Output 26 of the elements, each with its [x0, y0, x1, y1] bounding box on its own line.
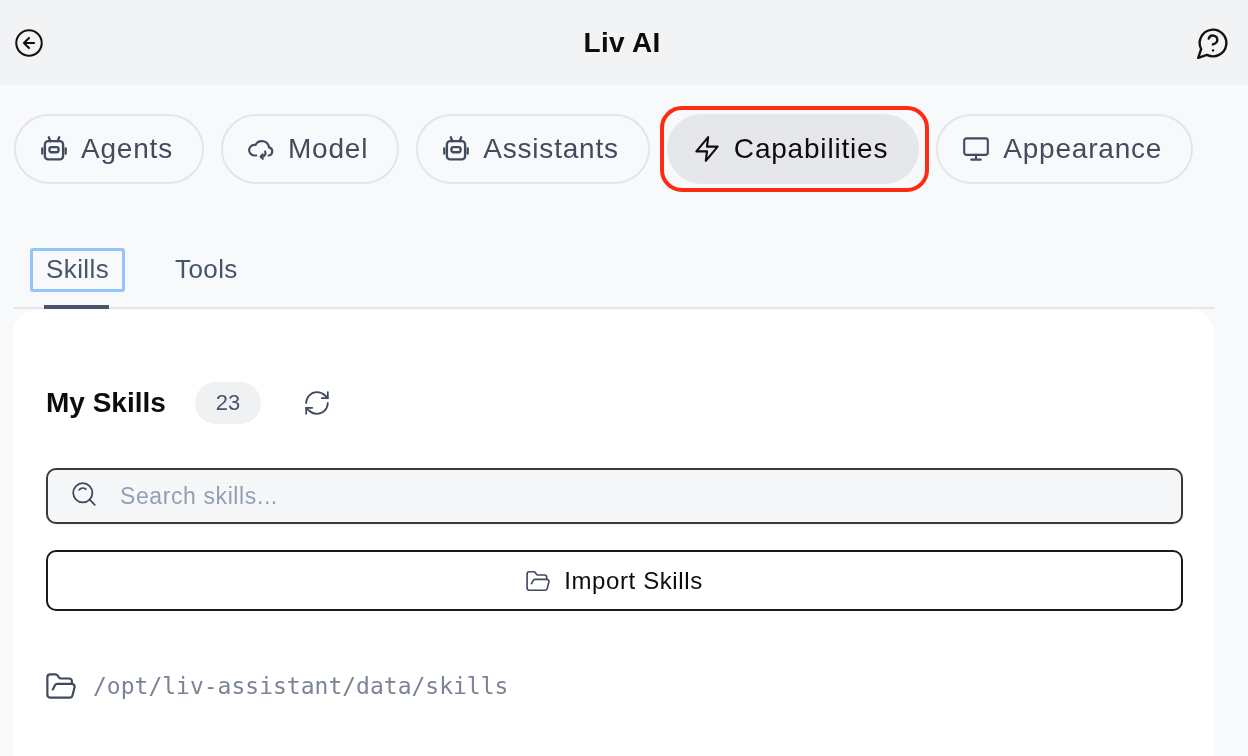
- folder-icon: [46, 673, 76, 699]
- sub-tab[interactable]: Skills: [30, 248, 126, 292]
- search-icon: [72, 482, 96, 506]
- import-skills-button[interactable]: Import Skills: [46, 550, 1183, 611]
- lightning-icon: [693, 136, 720, 162]
- back-icon: [15, 28, 43, 57]
- back-button[interactable]: [15, 28, 43, 57]
- help-icon: [1197, 26, 1229, 59]
- search-field[interactable]: Search skills...: [46, 468, 1183, 524]
- category-tab[interactable]: Model: [221, 114, 400, 184]
- robot-icon: [41, 136, 67, 162]
- category-tab[interactable]: Assistants: [416, 114, 650, 184]
- monitor-icon: [963, 136, 990, 162]
- section-title: My Skills: [46, 387, 166, 419]
- help-button[interactable]: [1197, 26, 1229, 59]
- robot-icon: [443, 136, 470, 162]
- category-tab[interactable]: Appearance: [936, 114, 1194, 184]
- app-title: Liv AI: [583, 26, 661, 59]
- folder-path: /opt/liv-assistant/data/skills: [93, 673, 509, 699]
- sub-tab[interactable]: Tools: [159, 248, 254, 292]
- category-tab[interactable]: Agents: [14, 114, 204, 184]
- count-badge: 23: [194, 382, 262, 424]
- refresh-icon: [305, 391, 330, 415]
- folder-icon: [526, 568, 551, 593]
- refresh-button[interactable]: [305, 391, 330, 415]
- category-tab[interactable]: Capabilities: [666, 114, 920, 184]
